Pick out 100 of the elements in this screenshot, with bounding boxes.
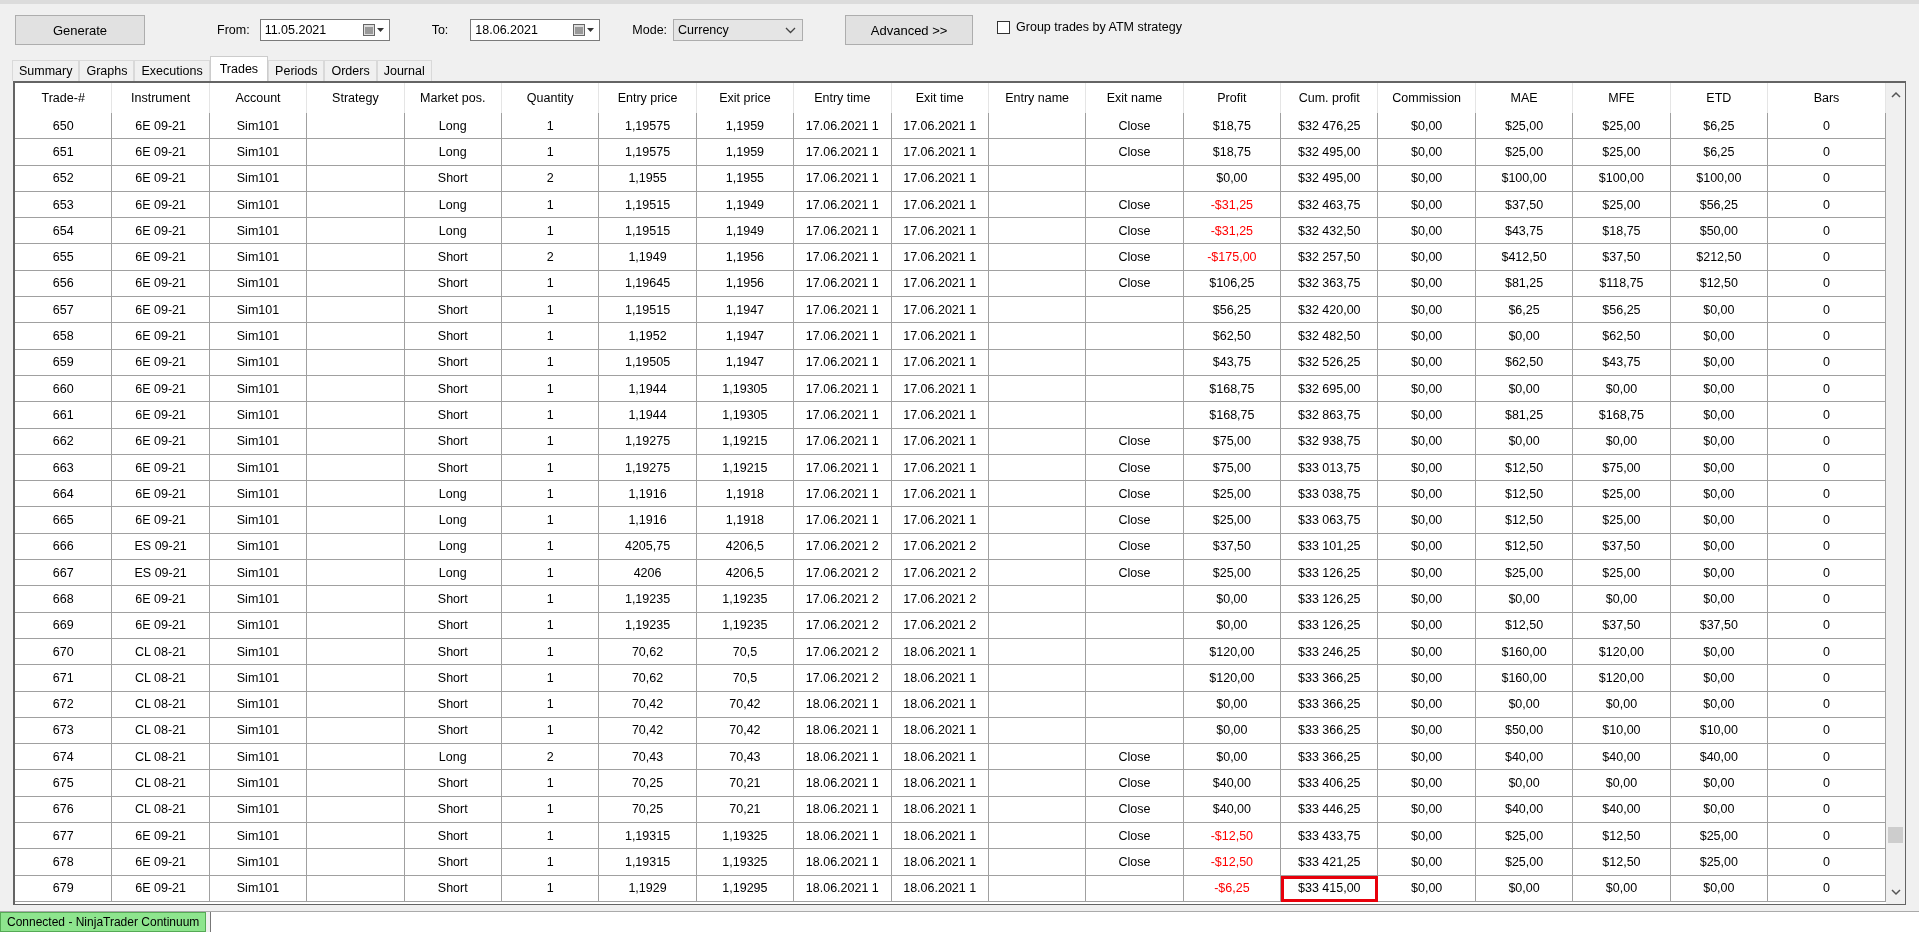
table-cell: $0,00 xyxy=(1670,454,1769,482)
table-cell: Sim101 xyxy=(209,744,308,771)
table-cell: $56,25 xyxy=(1183,297,1282,324)
table-cell: 70,42 xyxy=(599,717,697,745)
table-cell: $0,00 xyxy=(1378,691,1476,718)
table-cell: 1,1947 xyxy=(696,323,795,350)
table-cell: 17.06.2021 1 xyxy=(794,402,892,429)
table-cell: 17.06.2021 1 xyxy=(891,507,989,534)
table-cell: $0,00 xyxy=(1378,454,1476,482)
table-cell: $33 063,75 xyxy=(1281,507,1379,534)
column-header[interactable]: MAE xyxy=(1475,83,1574,113)
advanced-button[interactable]: Advanced >> xyxy=(845,15,974,45)
table-cell: Close xyxy=(1086,244,1184,271)
table-cell: 1 xyxy=(501,823,600,850)
table-cell: Short xyxy=(404,796,502,823)
column-header[interactable]: ETD xyxy=(1670,83,1769,113)
to-date-picker[interactable]: 18.06.2021 xyxy=(470,19,601,41)
table-cell: $37,50 xyxy=(1573,612,1671,639)
checkbox[interactable] xyxy=(997,20,1011,34)
table-cell: $62,50 xyxy=(1475,349,1574,376)
table-cell: 1,19645 xyxy=(599,270,697,298)
column-header[interactable]: Trade-# xyxy=(15,83,113,113)
table-cell: 1 xyxy=(501,665,600,692)
table-cell: 2 xyxy=(501,165,600,192)
table-cell: $0,00 xyxy=(1573,428,1671,455)
tab[interactable]: Summary xyxy=(12,60,80,81)
column-header[interactable]: Market pos. xyxy=(404,83,502,113)
table-cell: 1 xyxy=(501,770,600,797)
table-cell: $25,00 xyxy=(1573,560,1671,587)
table-cell: $0,00 xyxy=(1378,586,1476,613)
tab[interactable]: Graphs xyxy=(79,60,135,81)
table-cell: $0,00 xyxy=(1670,796,1769,823)
table-cell: $0,00 xyxy=(1378,428,1476,455)
table-cell: -$6,25 xyxy=(1183,875,1282,902)
table-cell: 70,21 xyxy=(696,796,795,823)
table-cell: Long xyxy=(404,113,502,140)
scroll-down-icon[interactable] xyxy=(1890,889,1901,896)
vertical-scrollbar[interactable] xyxy=(1886,83,1905,904)
table-cell: -$31,25 xyxy=(1183,218,1282,245)
table-cell: 1,19325 xyxy=(696,823,795,850)
table-cell: $12,50 xyxy=(1573,823,1671,850)
table-cell: $32 363,75 xyxy=(1281,270,1379,298)
generate-button[interactable]: Generate xyxy=(15,15,145,45)
table-cell: 17.06.2021 1 xyxy=(794,323,892,350)
table-cell: $25,00 xyxy=(1183,481,1282,508)
tab[interactable]: Executions xyxy=(134,60,210,81)
table-cell: 674 xyxy=(15,744,113,771)
table-cell: $32 495,00 xyxy=(1281,165,1379,192)
tab[interactable]: Orders xyxy=(324,60,377,81)
column-header[interactable]: Account xyxy=(209,83,308,113)
table-cell: -$12,50 xyxy=(1183,823,1282,850)
table-cell: $106,25 xyxy=(1183,270,1282,298)
table-cell: 1 xyxy=(501,297,600,324)
column-header[interactable]: Exit time xyxy=(891,83,989,113)
table-cell: $0,00 xyxy=(1183,691,1282,718)
column-header[interactable]: Entry time xyxy=(794,83,892,113)
column-header[interactable]: Entry name xyxy=(988,83,1087,113)
table-cell: $33 421,25 xyxy=(1281,849,1379,876)
table-cell: 1,1956 xyxy=(696,244,795,271)
table-cell: $32 257,50 xyxy=(1281,244,1379,271)
chevron-icon xyxy=(785,26,797,34)
column-header[interactable]: Cum. profit xyxy=(1281,83,1379,113)
table-cell: 17.06.2021 2 xyxy=(794,612,892,639)
table-cell: CL 08-21 xyxy=(112,744,210,771)
table-cell: $160,00 xyxy=(1475,665,1574,692)
column-header[interactable]: Quantity xyxy=(501,83,600,113)
table-cell: $56,25 xyxy=(1670,191,1769,219)
table-cell: $32 463,75 xyxy=(1281,191,1379,219)
table-cell: 18.06.2021 1 xyxy=(891,770,989,797)
table-cell: 18.06.2021 1 xyxy=(891,717,989,745)
scrollbar-thumb[interactable] xyxy=(1888,827,1903,843)
column-header[interactable]: MFE xyxy=(1573,83,1671,113)
tab[interactable]: Periods xyxy=(268,60,325,81)
table-cell: Close xyxy=(1086,139,1184,166)
table-cell: ES 09-21 xyxy=(112,533,210,561)
table-cell: $0,00 xyxy=(1378,612,1476,639)
table-cell: 1,19515 xyxy=(599,191,697,219)
scroll-up-icon[interactable] xyxy=(1890,91,1901,98)
from-date-picker[interactable]: 11.05.2021 xyxy=(259,19,390,41)
column-header[interactable]: Commission xyxy=(1378,83,1476,113)
table-cell: $120,00 xyxy=(1183,665,1282,692)
column-header[interactable]: Exit name xyxy=(1086,83,1184,113)
table-cell: 17.06.2021 1 xyxy=(794,113,892,140)
tab[interactable]: Trades xyxy=(209,56,269,81)
table-cell: 6E 09-21 xyxy=(112,586,210,613)
mode-dropdown[interactable]: Currency xyxy=(673,19,804,41)
tab[interactable]: Journal xyxy=(376,60,432,81)
table-cell: 1 xyxy=(501,402,600,429)
table-cell: 6E 09-21 xyxy=(112,323,210,350)
column-header[interactable]: Profit xyxy=(1183,83,1282,113)
table-cell: 1,19275 xyxy=(599,428,697,455)
table-cell: $0,00 xyxy=(1378,638,1476,666)
table-cell: 664 xyxy=(15,481,113,508)
column-header[interactable]: Instrument xyxy=(112,83,210,113)
column-header[interactable]: Entry price xyxy=(599,83,697,113)
column-header[interactable]: Strategy xyxy=(307,83,405,113)
table-cell: $33 366,25 xyxy=(1281,717,1379,745)
table-cell: 1,1947 xyxy=(696,297,795,324)
table-cell: $25,00 xyxy=(1670,849,1769,876)
column-header[interactable]: Exit price xyxy=(696,83,795,113)
